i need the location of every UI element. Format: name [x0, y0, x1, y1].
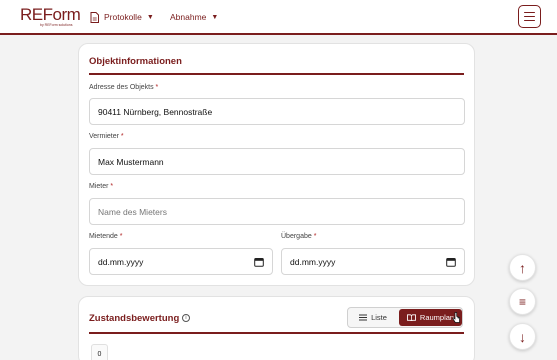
scroll-down-button[interactable]: ↓ — [509, 323, 536, 350]
hamburger-icon — [524, 15, 535, 18]
adresse-label: Adresse des Objekts * — [89, 84, 158, 91]
fab-menu-button[interactable]: ≡ — [509, 288, 536, 315]
caret-down-icon: ▼ — [211, 13, 219, 21]
top-navigation-bar: REForm by REForm solutions Protokolle ▼ … — [0, 0, 557, 35]
nav-abnahme[interactable]: Abnahme ▼ — [170, 10, 218, 24]
vermieter-label-text: Vermieter — [89, 133, 119, 140]
nav-protokolle[interactable]: Protokolle ▼ — [90, 10, 154, 24]
mietende-label: Mietende * — [89, 233, 122, 240]
adresse-input[interactable]: 90411 Nürnberg, Bennostraße — [89, 98, 465, 125]
hamburger-menu-button[interactable] — [518, 5, 541, 28]
required-mark: * — [110, 183, 114, 190]
adresse-value: 90411 Nürnberg, Bennostraße — [98, 106, 213, 117]
list-icon — [359, 314, 368, 321]
logo-subtitle: by REForm solutions — [40, 23, 73, 27]
mieter-label-text: Mieter — [89, 183, 109, 190]
reform-logo[interactable]: REForm by REForm solutions — [20, 5, 81, 32]
view-toggle: Liste Raumplan — [347, 307, 463, 328]
required-mark: * — [119, 233, 123, 240]
calendar-icon[interactable] — [254, 257, 264, 267]
raumplan-label: Raumplan — [419, 313, 455, 322]
scroll-up-button[interactable]: ↑ — [509, 254, 536, 281]
mietende-date-input[interactable]: dd.mm.yyyy — [89, 248, 273, 275]
uebergabe-value: dd.mm.yyyy — [290, 256, 336, 267]
vermieter-label: Vermieter * — [89, 133, 124, 140]
vermieter-input[interactable]: Max Mustermann — [89, 148, 465, 175]
book-icon — [406, 314, 416, 321]
required-mark: * — [120, 133, 124, 140]
mietende-label-text: Mietende — [89, 233, 118, 240]
info-icon[interactable]: i — [182, 314, 190, 322]
uebergabe-label-text: Übergabe — [281, 233, 312, 240]
logo-text: REForm — [20, 5, 81, 24]
adresse-label-text: Adresse des Objekts — [89, 84, 154, 91]
room-count-chip[interactable]: 0 — [91, 344, 108, 360]
nav-abnahme-label: Abnahme — [170, 12, 207, 22]
hamburger-icon — [524, 19, 535, 22]
required-mark: * — [313, 233, 317, 240]
menu-lines-icon: ≡ — [518, 294, 526, 309]
required-mark: * — [155, 84, 159, 91]
card-title: Objektinformationen — [89, 56, 182, 67]
mieter-placeholder: Name des Mieters — [98, 206, 167, 217]
calendar-icon[interactable] — [446, 257, 456, 267]
vermieter-value: Max Mustermann — [98, 156, 164, 167]
mieter-input[interactable]: Name des Mieters — [89, 198, 465, 225]
nav-protokolle-label: Protokolle — [104, 12, 142, 22]
liste-toggle-button[interactable]: Liste — [348, 308, 398, 327]
arrow-up-icon: ↑ — [519, 259, 526, 276]
objektinformationen-card: Objektinformationen Adresse des Objekts … — [78, 43, 475, 286]
document-icon — [90, 11, 99, 23]
arrow-down-icon: ↓ — [519, 328, 526, 345]
hamburger-icon — [524, 11, 535, 14]
uebergabe-date-input[interactable]: dd.mm.yyyy — [281, 248, 465, 275]
divider — [89, 332, 464, 334]
card-title: Zustandsbewertung — [89, 313, 180, 324]
zustandsbewertung-card: Zustandsbewertung i Liste Raumplan 0 — [78, 296, 475, 360]
mieter-label: Mieter * — [89, 183, 113, 190]
liste-label: Liste — [371, 313, 387, 322]
uebergabe-label: Übergabe * — [281, 233, 316, 240]
caret-down-icon: ▼ — [146, 13, 154, 21]
mouse-cursor-icon — [452, 312, 460, 323]
mietende-value: dd.mm.yyyy — [98, 256, 144, 267]
divider — [89, 73, 464, 75]
